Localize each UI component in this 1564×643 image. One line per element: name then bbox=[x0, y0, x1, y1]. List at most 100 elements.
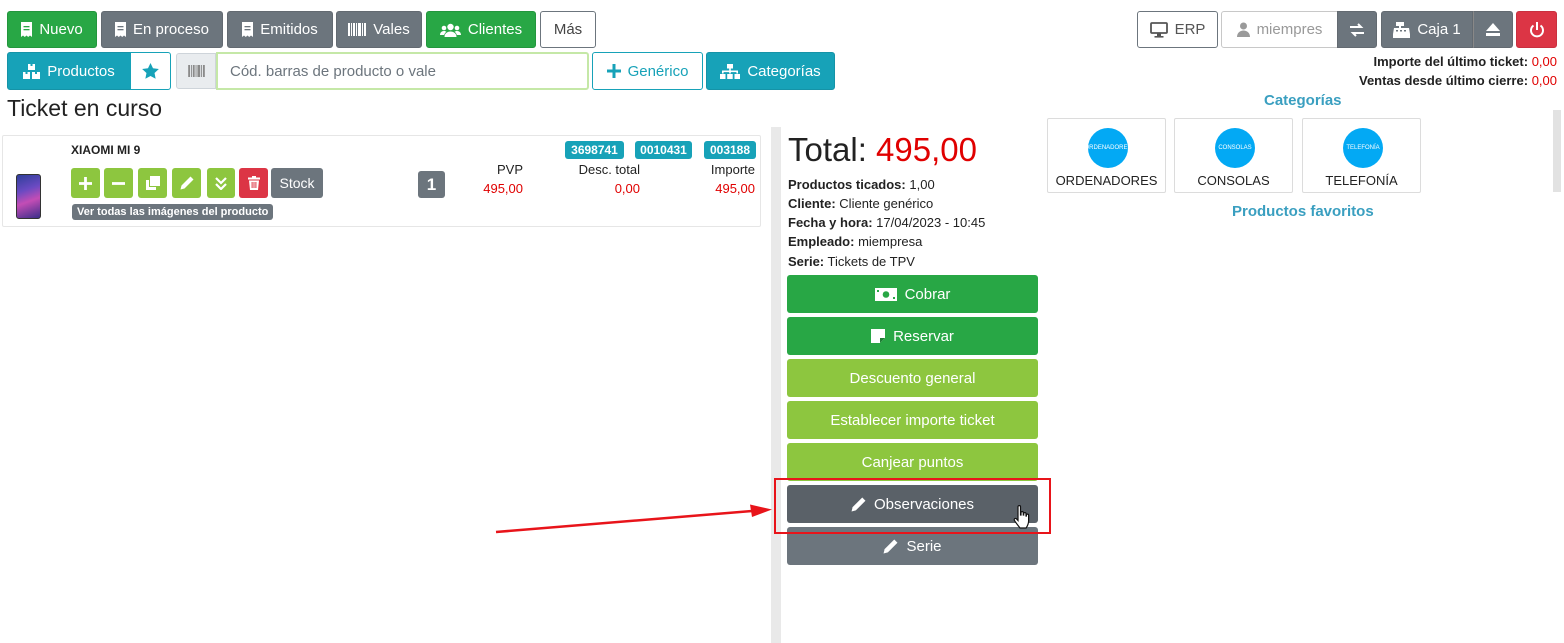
power-button[interactable] bbox=[1516, 11, 1557, 48]
emitidos-label: Emitidos bbox=[260, 21, 318, 38]
categories-title: Categorías bbox=[1264, 92, 1342, 109]
info-label: Empleado: bbox=[788, 234, 855, 249]
desc-header: Desc. total bbox=[578, 162, 640, 177]
delete-line-button[interactable] bbox=[239, 168, 268, 198]
panel-divider bbox=[771, 127, 781, 643]
pvp-header: PVP bbox=[496, 162, 523, 177]
receipt-icon bbox=[115, 22, 127, 37]
total-display: Total: 495,00 bbox=[788, 131, 977, 169]
sales-label: Ventas desde último cierre: bbox=[1358, 73, 1529, 88]
canjear-puntos-button[interactable]: Canjear puntos bbox=[787, 443, 1038, 481]
expand-button[interactable] bbox=[207, 168, 235, 198]
sitemap-icon bbox=[720, 63, 741, 79]
stock-button[interactable]: Stock bbox=[271, 168, 323, 198]
info-fecha: Fecha y hora: 17/04/2023 - 10:45 bbox=[788, 215, 985, 230]
switch-user-button[interactable] bbox=[1337, 11, 1377, 48]
serie-label: Serie bbox=[906, 537, 942, 555]
categorias-button[interactable]: Categorías bbox=[706, 52, 835, 90]
quantity-badge[interactable]: 1 bbox=[418, 171, 445, 198]
sticky-note-icon bbox=[871, 329, 886, 343]
user-label: miempres bbox=[1256, 21, 1323, 38]
importe-value: 495,00 bbox=[715, 181, 755, 196]
cobrar-button[interactable]: Cobrar bbox=[787, 275, 1038, 313]
duplicate-button[interactable] bbox=[138, 168, 167, 198]
view-images-link[interactable]: Ver todas las imágenes del producto bbox=[72, 204, 274, 220]
info-value: 1,00 bbox=[909, 177, 935, 192]
descuento-label: Descuento general bbox=[849, 369, 976, 387]
info-empleado: Empleado: miempresa bbox=[788, 234, 922, 249]
descuento-general-button[interactable]: Descuento general bbox=[787, 359, 1038, 397]
productos-button[interactable]: Productos bbox=[7, 52, 131, 90]
canjear-label: Canjear puntos bbox=[861, 453, 964, 471]
code-badge: 3698741 bbox=[565, 141, 624, 159]
minus-icon bbox=[112, 177, 125, 190]
generico-button[interactable]: Genérico bbox=[592, 52, 703, 90]
category-badge: TELEFONÍA bbox=[1343, 128, 1383, 168]
decrease-button[interactable] bbox=[104, 168, 133, 198]
barcode-addon bbox=[176, 53, 216, 89]
increase-button[interactable] bbox=[71, 168, 100, 198]
user-button[interactable]: miempres bbox=[1221, 11, 1338, 48]
receipt-icon bbox=[21, 22, 33, 37]
user-icon bbox=[1236, 22, 1250, 37]
caja-label: Caja 1 bbox=[1417, 21, 1461, 38]
cobrar-label: Cobrar bbox=[904, 285, 951, 303]
reservar-button[interactable]: Reservar bbox=[787, 317, 1038, 355]
info-value: Tickets de TPV bbox=[827, 254, 915, 269]
annotation-highlight-box bbox=[774, 478, 1051, 534]
edit-line-button[interactable] bbox=[172, 168, 201, 198]
product-image[interactable] bbox=[16, 174, 41, 219]
vales-label: Vales bbox=[373, 21, 410, 38]
info-value: miempresa bbox=[858, 234, 923, 249]
en-proceso-button[interactable]: En proceso bbox=[101, 11, 223, 48]
product-name: XIAOMI MI 9 bbox=[71, 143, 141, 157]
info-serie: Serie: Tickets de TPV bbox=[788, 254, 915, 269]
pencil-icon bbox=[883, 539, 898, 554]
info-label: Serie: bbox=[788, 254, 825, 269]
plus-icon bbox=[79, 176, 92, 190]
category-card-ordenadores[interactable]: ORDENADORES ORDENADORES bbox=[1047, 118, 1166, 193]
info-cliente: Cliente: Cliente genérico bbox=[788, 196, 933, 211]
last-ticket-value: 0,00 bbox=[1531, 54, 1557, 69]
copy-icon bbox=[145, 176, 160, 190]
en-proceso-label: En proceso bbox=[133, 21, 209, 38]
erp-button[interactable]: ERP bbox=[1137, 11, 1218, 48]
star-icon bbox=[142, 63, 159, 79]
establecer-importe-button[interactable]: Establecer importe ticket bbox=[787, 401, 1038, 439]
code-badge: 0010431 bbox=[635, 141, 692, 159]
last-ticket-label: Importe del último ticket: bbox=[1373, 54, 1529, 69]
scrollbar[interactable] bbox=[1553, 110, 1561, 192]
mas-button[interactable]: Más bbox=[540, 11, 596, 48]
ticket-line: XIAOMI MI 9 Stock Ver todas las imágenes… bbox=[2, 135, 761, 227]
clientes-button[interactable]: Clientes bbox=[426, 11, 536, 48]
info-label: Fecha y hora: bbox=[788, 215, 873, 230]
nuevo-label: Nuevo bbox=[39, 21, 83, 38]
barcode-search-input[interactable] bbox=[216, 52, 589, 90]
emitidos-button[interactable]: Emitidos bbox=[227, 11, 333, 48]
establecer-label: Establecer importe ticket bbox=[830, 411, 995, 429]
category-badge: ORDENADORES bbox=[1085, 128, 1132, 168]
info-label: Cliente: bbox=[788, 196, 836, 211]
vales-button[interactable]: Vales bbox=[336, 11, 422, 48]
info-productos: Productos ticados: 1,00 bbox=[788, 177, 935, 192]
boxes-icon bbox=[23, 63, 41, 79]
info-value: Cliente genérico bbox=[839, 196, 934, 211]
total-value: 495,00 bbox=[876, 131, 977, 168]
desc-value: 0,00 bbox=[614, 181, 640, 196]
category-badge: CONSOLAS bbox=[1215, 128, 1255, 168]
pvp-value: 495,00 bbox=[483, 181, 523, 196]
nuevo-button[interactable]: Nuevo bbox=[7, 11, 97, 48]
category-card-telefonia[interactable]: TELEFONÍA TELEFONÍA bbox=[1302, 118, 1421, 193]
code-badge: 003188 bbox=[704, 141, 756, 159]
money-bill-icon bbox=[874, 287, 897, 301]
favorites-button[interactable] bbox=[130, 52, 171, 90]
reservar-label: Reservar bbox=[893, 327, 954, 345]
sales-info: Ventas desde último cierre: 0,00 bbox=[1359, 73, 1557, 88]
barcode-icon bbox=[187, 65, 205, 77]
category-card-consolas[interactable]: CONSOLAS CONSOLAS bbox=[1174, 118, 1293, 193]
eject-button[interactable] bbox=[1473, 11, 1513, 48]
caja-button[interactable]: Caja 1 bbox=[1381, 11, 1473, 48]
users-icon bbox=[439, 23, 461, 37]
generico-label: Genérico bbox=[627, 62, 689, 80]
plus-icon bbox=[606, 64, 621, 78]
